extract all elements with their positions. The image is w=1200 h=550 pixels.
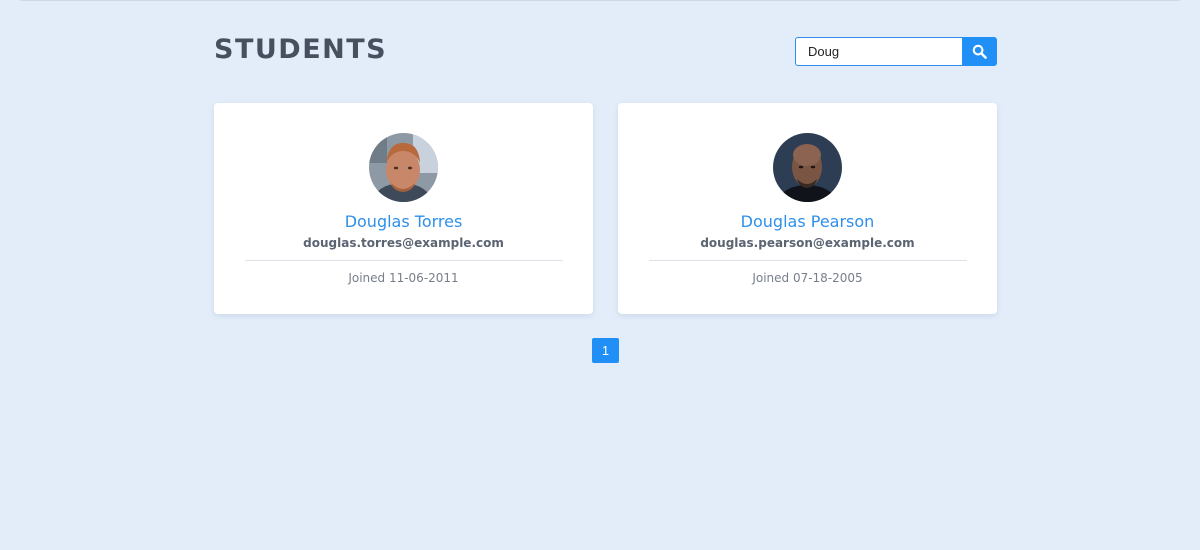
avatar — [773, 133, 842, 202]
search-button[interactable] — [962, 37, 997, 66]
student-card: Douglas Pearson douglas.pearson@example.… — [618, 103, 997, 314]
student-name[interactable]: Douglas Torres — [214, 212, 593, 231]
joined-date: Joined 11-06-2011 — [348, 271, 459, 285]
student-email: douglas.pearson@example.com — [700, 236, 915, 250]
search-input[interactable] — [795, 37, 962, 66]
student-email: douglas.torres@example.com — [303, 236, 504, 250]
student-card: Douglas Torres douglas.torres@example.co… — [214, 103, 593, 314]
joined-date: Joined 07-18-2005 — [752, 271, 863, 285]
pagination-page-1[interactable]: 1 — [592, 338, 619, 363]
top-divider — [20, 0, 1180, 1]
card-divider — [649, 260, 967, 261]
search-bar — [795, 37, 997, 66]
card-divider — [245, 260, 563, 261]
avatar — [369, 133, 438, 202]
student-name[interactable]: Douglas Pearson — [618, 212, 997, 231]
search-icon — [972, 44, 987, 59]
page-title: STUDENTS — [214, 34, 388, 65]
